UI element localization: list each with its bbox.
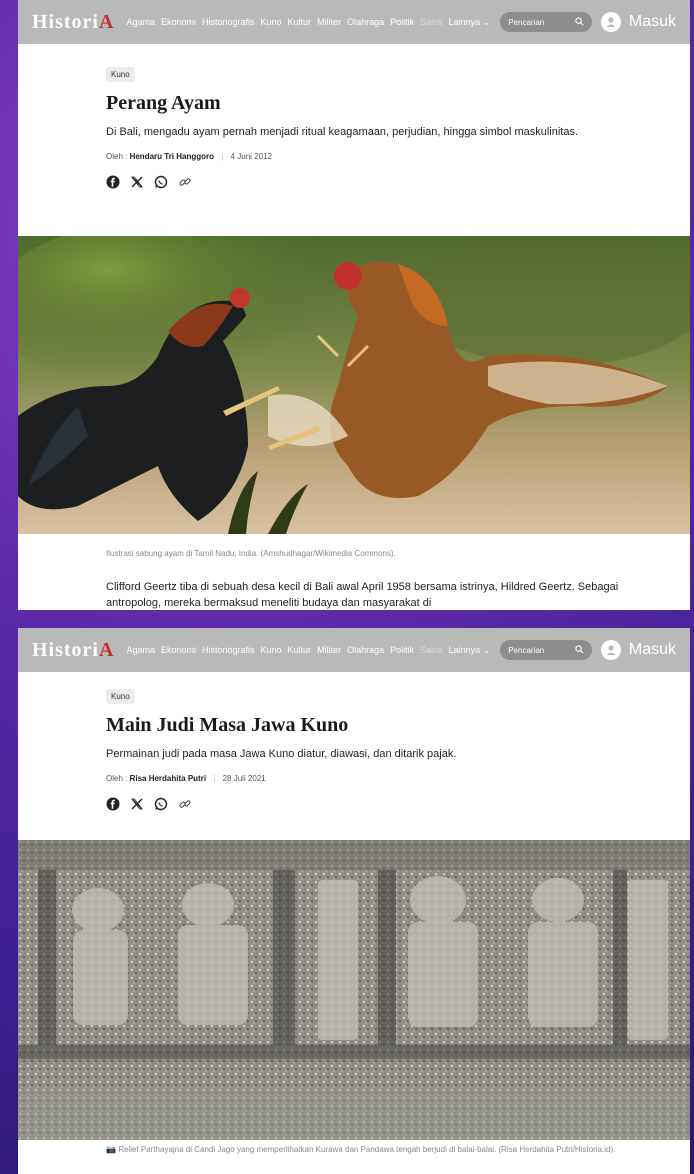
login-label: Masuk bbox=[628, 641, 676, 658]
nav-link-kultur[interactable]: Kultur bbox=[288, 645, 312, 656]
whatsapp-icon[interactable] bbox=[154, 175, 168, 189]
nav-link-historiografis[interactable]: Historiografis bbox=[202, 645, 255, 656]
article-body: Ilustrasi sabung ayam di Tamil Nadu, Ind… bbox=[106, 548, 626, 610]
article-header: Kuno Main Judi Masa Jawa Kuno Permainan … bbox=[106, 686, 586, 811]
nav-link-olahraga[interactable]: Olahraga bbox=[347, 17, 384, 28]
article-panel-1: HistoriA Agama Ekonomi Historiografis Ku… bbox=[18, 0, 690, 610]
historia-logo[interactable]: HistoriA bbox=[32, 639, 114, 662]
top-navbar: HistoriA Agama Ekonomi Historiografis Ku… bbox=[18, 628, 690, 672]
chevron-down-icon: ⌄ bbox=[482, 16, 491, 27]
byline-prefix: Oleh : bbox=[106, 774, 128, 783]
chevron-down-icon: ⌄ bbox=[482, 644, 491, 655]
nav-link-ekonomi[interactable]: Ekonomi bbox=[161, 645, 196, 656]
article-byline: Oleh : Hendaru Tri Hanggoro | 4 Juni 201… bbox=[106, 152, 586, 161]
article-byline: Oleh : Risa Herdahita Putri | 28 Juli 20… bbox=[106, 774, 586, 783]
nav-link-olahraga[interactable]: Olahraga bbox=[347, 645, 384, 656]
article-title: Perang Ayam bbox=[106, 92, 221, 114]
link-icon[interactable] bbox=[178, 797, 192, 811]
nav-link-sains[interactable]: Sains bbox=[420, 17, 443, 28]
search-icon bbox=[575, 16, 584, 28]
nav-more-menu[interactable]: Lainnya ⌄ bbox=[449, 645, 491, 656]
nav-link-kuno[interactable]: Kuno bbox=[261, 17, 282, 28]
article-panel-2: HistoriA Agama Ekonomi Historiografis Ku… bbox=[18, 628, 690, 1174]
nav-link-agama[interactable]: Agama bbox=[126, 645, 155, 656]
search-icon bbox=[575, 644, 584, 656]
nav-link-sains[interactable]: Sains bbox=[420, 645, 443, 656]
nav-link-politik[interactable]: Politik bbox=[390, 17, 414, 28]
x-icon[interactable] bbox=[130, 175, 144, 189]
login-button[interactable]: Masuk bbox=[600, 12, 676, 32]
login-label: Masuk bbox=[628, 13, 676, 30]
link-icon[interactable] bbox=[178, 175, 192, 189]
facebook-icon[interactable] bbox=[106, 175, 120, 189]
nav-links: Agama Ekonomi Historiografis Kuno Kultur… bbox=[126, 17, 490, 28]
nav-link-ekonomi[interactable]: Ekonomi bbox=[161, 17, 196, 28]
nav-more-menu[interactable]: Lainnya ⌄ bbox=[449, 17, 491, 28]
search-input[interactable]: Pencarian bbox=[500, 640, 593, 660]
author-link[interactable]: Risa Herdahita Putri bbox=[130, 774, 206, 783]
article-header: Kuno Perang Ayam Di Bali, mengadu ayam p… bbox=[106, 64, 586, 189]
facebook-icon[interactable] bbox=[106, 797, 120, 811]
rooster-fight-photo bbox=[18, 236, 690, 534]
historia-logo[interactable]: HistoriA bbox=[32, 11, 114, 34]
nav-link-agama[interactable]: Agama bbox=[126, 17, 155, 28]
x-icon[interactable] bbox=[130, 797, 144, 811]
login-button[interactable]: Masuk bbox=[600, 640, 676, 660]
search-input[interactable]: Pencarian bbox=[500, 12, 593, 32]
photo-caption: 📷 Relief Parthayajna di Candi Jago yang … bbox=[106, 1144, 646, 1155]
article-paragraph: Clifford Geertz tiba di sebuah desa keci… bbox=[106, 581, 619, 609]
relief-photo bbox=[18, 840, 690, 1140]
nav-more-label: Lainnya bbox=[448, 16, 481, 27]
nav-link-militer[interactable]: Militer bbox=[317, 17, 341, 28]
publish-date: 28 Juli 2021 bbox=[222, 774, 266, 783]
camera-icon: 📷 bbox=[106, 1145, 116, 1154]
nav-links: Agama Ekonomi Historiografis Kuno Kultur… bbox=[126, 645, 490, 656]
article-lead: Permainan judi pada masa Jawa Kuno diatu… bbox=[106, 748, 457, 760]
share-bar bbox=[106, 175, 586, 189]
nav-link-historiografis[interactable]: Historiografis bbox=[202, 17, 255, 28]
article-body: 📷 Relief Parthayajna di Candi Jago yang … bbox=[106, 1144, 646, 1155]
search-placeholder: Pencarian bbox=[508, 17, 545, 27]
user-icon bbox=[600, 12, 621, 32]
top-navbar: HistoriA Agama Ekonomi Historiografis Ku… bbox=[18, 0, 690, 44]
user-icon bbox=[600, 640, 621, 660]
nav-link-kuno[interactable]: Kuno bbox=[261, 645, 282, 656]
category-badge[interactable]: Kuno bbox=[106, 67, 135, 82]
author-link[interactable]: Hendaru Tri Hanggoro bbox=[130, 152, 214, 161]
byline-separator: | bbox=[213, 774, 216, 783]
search-placeholder: Pencarian bbox=[508, 645, 545, 655]
nav-link-militer[interactable]: Militer bbox=[317, 645, 341, 656]
article-title: Main Judi Masa Jawa Kuno bbox=[106, 714, 349, 736]
nav-more-label: Lainnya bbox=[448, 644, 481, 655]
caption-text: Relief Parthayajna di Candi Jago yang me… bbox=[118, 1145, 616, 1154]
photo-caption: Ilustrasi sabung ayam di Tamil Nadu, Ind… bbox=[106, 549, 396, 558]
nav-link-kultur[interactable]: Kultur bbox=[288, 17, 312, 28]
byline-separator: | bbox=[221, 152, 224, 161]
article-lead: Di Bali, mengadu ayam pernah menjadi rit… bbox=[106, 126, 579, 138]
share-bar bbox=[106, 797, 586, 811]
category-badge[interactable]: Kuno bbox=[106, 689, 135, 704]
byline-prefix: Oleh : bbox=[106, 152, 128, 161]
whatsapp-icon[interactable] bbox=[154, 797, 168, 811]
nav-link-politik[interactable]: Politik bbox=[390, 645, 414, 656]
publish-date: 4 Juni 2012 bbox=[230, 152, 272, 161]
